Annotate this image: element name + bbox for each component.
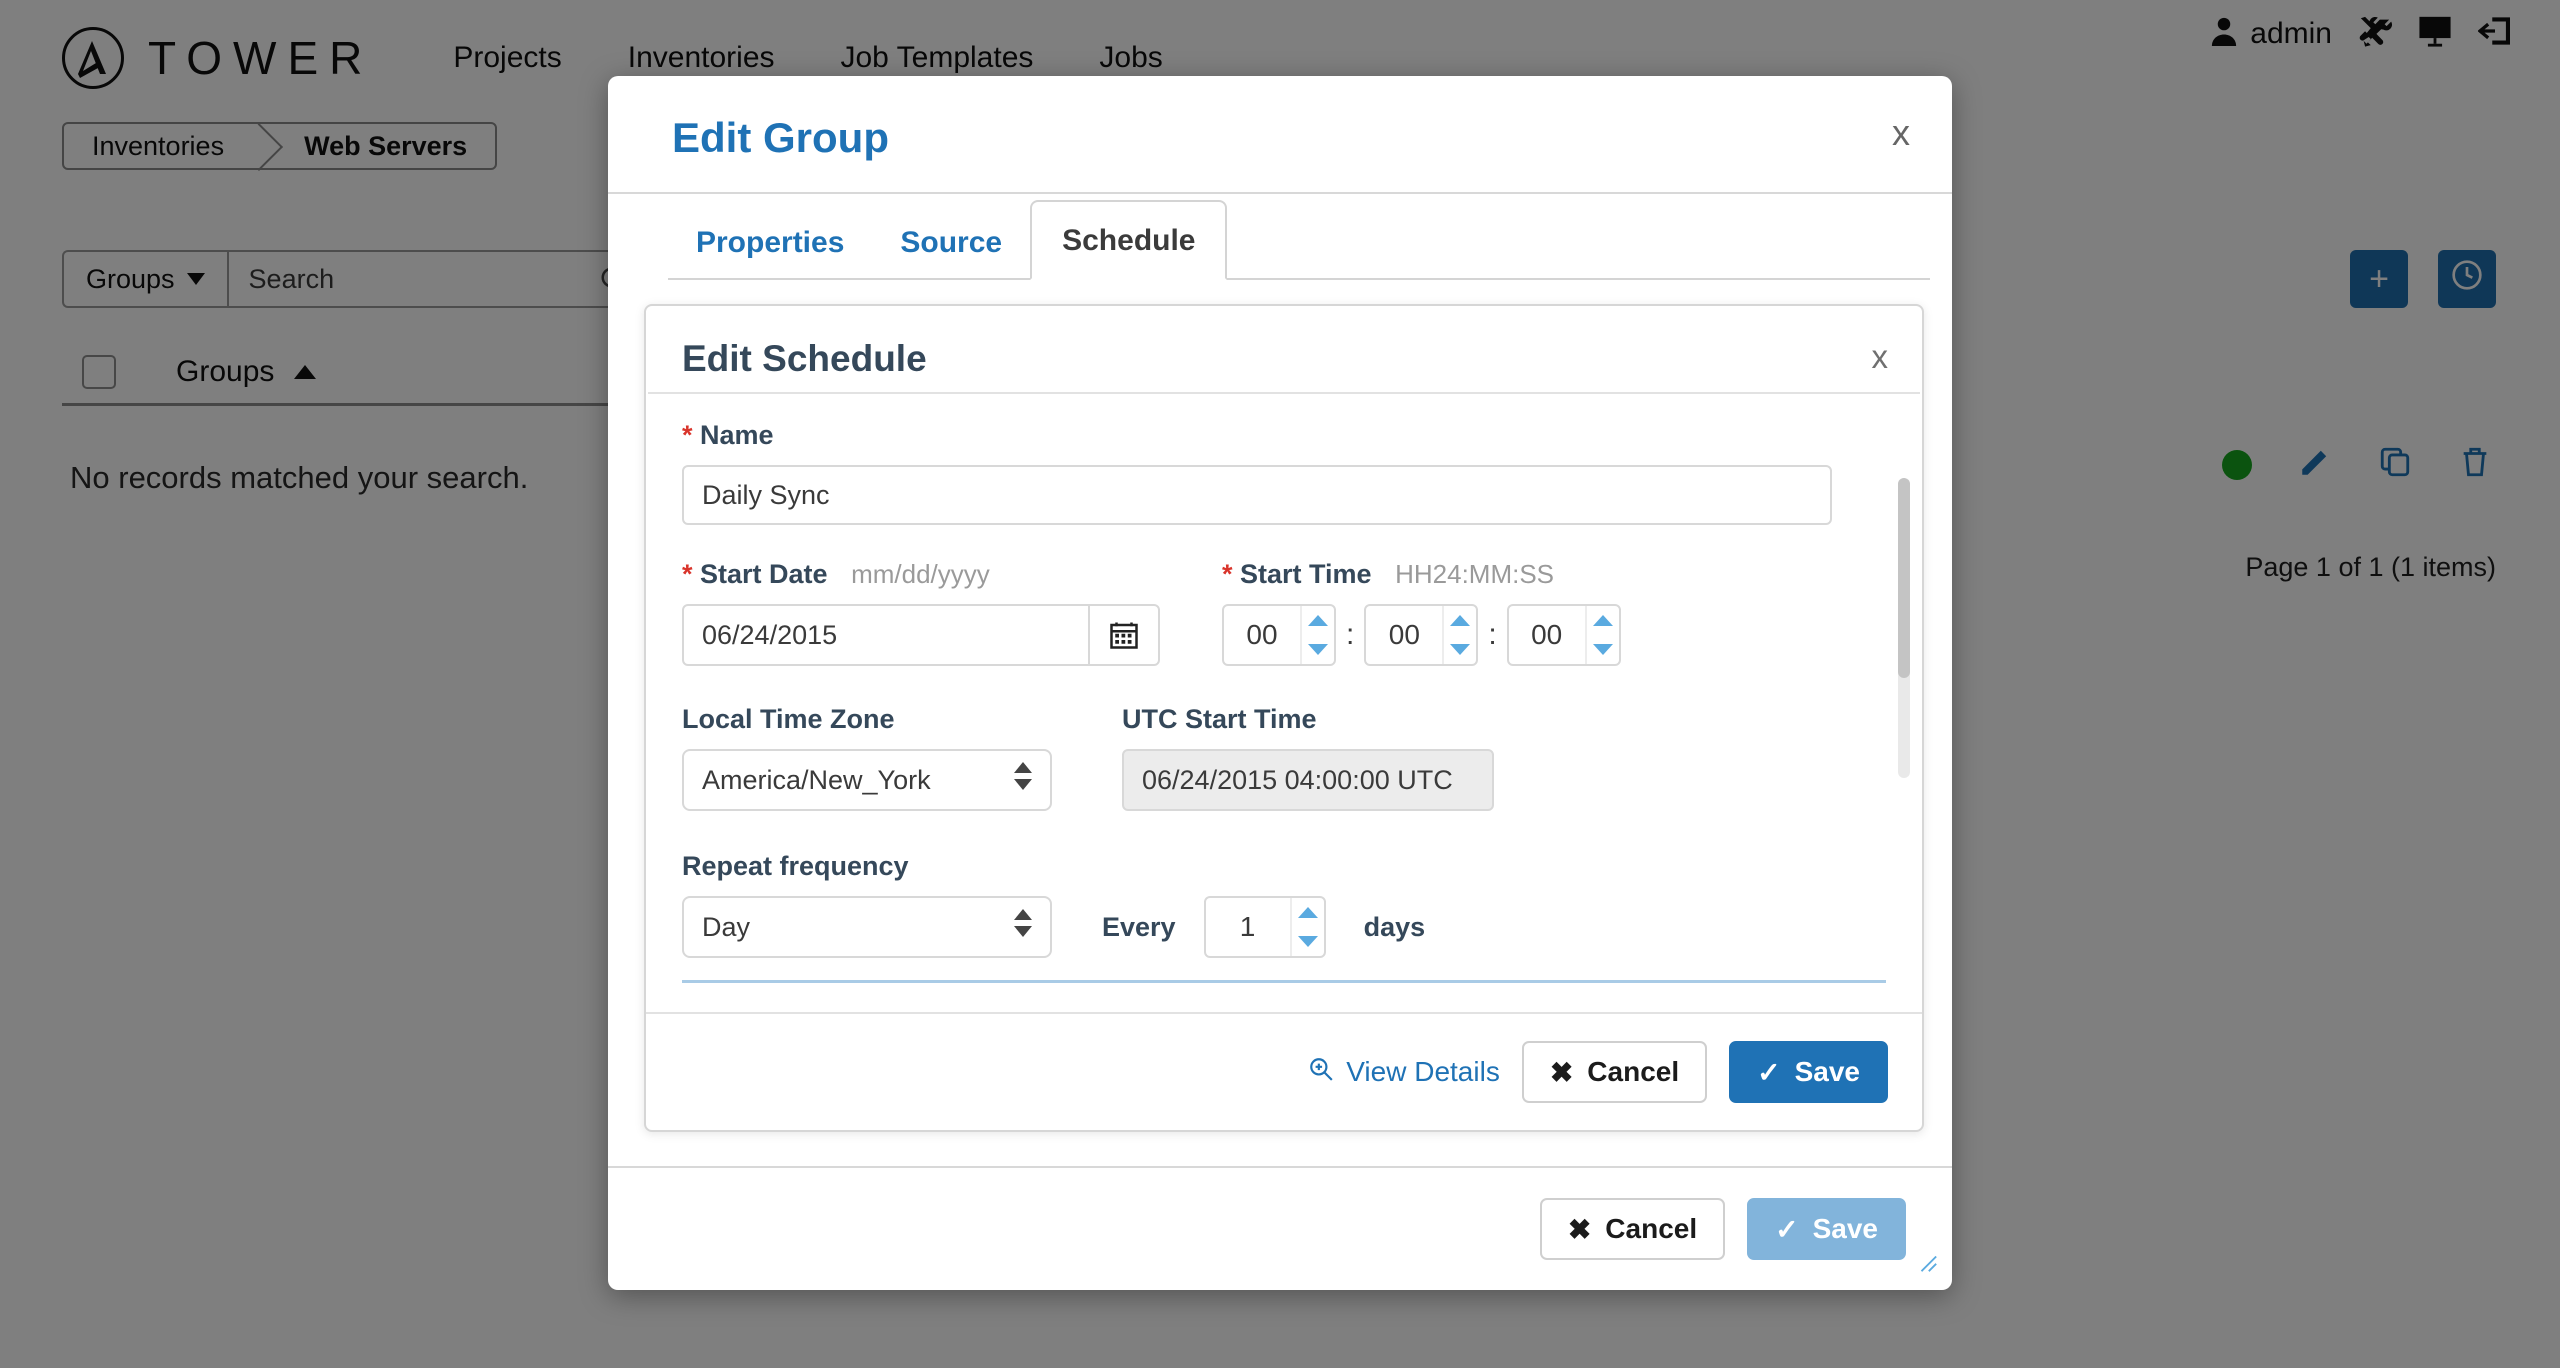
seconds-stepper[interactable]: 00 bbox=[1506, 604, 1621, 666]
panel-footer: View Details ✖ Cancel ✓ Save bbox=[646, 1012, 1922, 1130]
check-icon: ✓ bbox=[1775, 1213, 1799, 1245]
close-icon[interactable]: x bbox=[1892, 112, 1910, 154]
modal-header: Edit Group x bbox=[608, 76, 1952, 194]
check-icon: ✓ bbox=[1757, 1056, 1781, 1088]
schedule-form: * Name Daily Sync * Start Date mm/dd/yyy… bbox=[646, 394, 1922, 1012]
select-arrows-icon bbox=[1014, 762, 1032, 790]
start-date-required-marker: * bbox=[682, 559, 693, 589]
view-details-button[interactable]: View Details bbox=[1308, 1056, 1500, 1089]
start-time-hint: HH24:MM:SS bbox=[1395, 559, 1555, 589]
modal-tabs: Properties Source Schedule bbox=[608, 194, 1952, 280]
seconds-increment-icon[interactable] bbox=[1587, 606, 1619, 635]
modal-cancel-label: Cancel bbox=[1605, 1213, 1698, 1244]
modal-cancel-button[interactable]: ✖ Cancel bbox=[1539, 1198, 1726, 1260]
start-date-label-row: * Start Date mm/dd/yyyy bbox=[682, 559, 1162, 590]
resize-grip-icon[interactable] bbox=[1916, 1251, 1938, 1280]
time-separator-1: : bbox=[1346, 618, 1355, 651]
name-input-value: Daily Sync bbox=[702, 479, 830, 510]
time-zone-select[interactable]: America/New_York bbox=[682, 749, 1052, 811]
time-separator-2: : bbox=[1488, 618, 1497, 651]
minutes-decrement-icon[interactable] bbox=[1444, 635, 1476, 664]
minutes-increment-icon[interactable] bbox=[1444, 606, 1476, 635]
seconds-value: 00 bbox=[1531, 619, 1563, 650]
form-scrollbar-thumb[interactable] bbox=[1898, 478, 1910, 678]
edit-schedule-panel: Edit Schedule x * Name Daily Sync * Star… bbox=[644, 304, 1924, 1132]
panel-header: Edit Schedule x bbox=[646, 306, 1922, 392]
modal-save-button[interactable]: ✓ Save bbox=[1747, 1198, 1906, 1260]
repeat-row: Day Every 1 days bbox=[682, 896, 1886, 958]
panel-save-button[interactable]: ✓ Save bbox=[1729, 1041, 1888, 1103]
panel-title: Edit Schedule bbox=[682, 338, 927, 379]
hours-stepper[interactable]: 00 bbox=[1222, 604, 1336, 666]
utc-start-time-value: 06/24/2015 04:00:00 UTC bbox=[1122, 749, 1494, 811]
interval-unit-label: days bbox=[1363, 911, 1426, 942]
start-date-label: Start Date bbox=[700, 559, 828, 589]
interval-increment-icon[interactable] bbox=[1292, 898, 1324, 927]
start-time-group: 00 : 00: 00 bbox=[1222, 604, 1621, 666]
modal-title: Edit Group bbox=[672, 114, 889, 161]
repeat-frequency-select[interactable]: Day bbox=[682, 896, 1052, 958]
interval-decrement-icon[interactable] bbox=[1292, 927, 1324, 956]
edit-group-modal: Edit Group x Properties Source Schedule … bbox=[608, 76, 1952, 1290]
start-date-hint: mm/dd/yyyy bbox=[851, 559, 990, 589]
tab-source[interactable]: Source bbox=[872, 226, 1030, 280]
every-label: Every bbox=[1102, 911, 1176, 942]
time-zone-value: America/New_York bbox=[702, 764, 931, 795]
panel-cancel-button[interactable]: ✖ Cancel bbox=[1521, 1041, 1708, 1103]
repeat-underline bbox=[682, 980, 1886, 983]
name-required-marker: * bbox=[682, 420, 693, 450]
panel-cancel-label: Cancel bbox=[1587, 1056, 1680, 1087]
repeat-frequency-value: Day bbox=[702, 911, 751, 942]
interval-value: 1 bbox=[1239, 911, 1256, 942]
start-date-value: 06/24/2015 bbox=[702, 619, 838, 650]
calendar-icon[interactable] bbox=[1088, 606, 1158, 664]
hours-value: 00 bbox=[1246, 619, 1278, 650]
hours-decrement-icon[interactable] bbox=[1302, 635, 1334, 664]
x-icon: ✖ bbox=[1549, 1056, 1574, 1088]
modal-footer: ✖ Cancel ✓ Save bbox=[608, 1166, 1952, 1290]
start-date-input[interactable]: 06/24/2015 bbox=[682, 604, 1160, 666]
panel-close-icon[interactable]: x bbox=[1872, 338, 1889, 376]
name-label-row: * Name bbox=[682, 420, 1886, 451]
minutes-stepper[interactable]: 00 bbox=[1364, 604, 1479, 666]
start-time-required-marker: * bbox=[1222, 559, 1233, 589]
repeat-frequency-label: Repeat frequency bbox=[682, 851, 909, 881]
start-time-label: Start Time bbox=[1240, 559, 1372, 589]
modal-save-label: Save bbox=[1812, 1213, 1878, 1244]
interval-stepper[interactable]: 1 bbox=[1203, 896, 1326, 958]
utc-start-time-label: UTC Start Time bbox=[1122, 704, 1317, 734]
name-label: Name bbox=[700, 420, 774, 450]
tab-properties[interactable]: Properties bbox=[668, 226, 872, 280]
panel-save-label: Save bbox=[1794, 1056, 1860, 1087]
select-arrows-icon bbox=[1014, 909, 1032, 937]
zoom-in-icon bbox=[1308, 1056, 1334, 1089]
hours-increment-icon[interactable] bbox=[1302, 606, 1334, 635]
seconds-decrement-icon[interactable] bbox=[1587, 635, 1619, 664]
minutes-value: 00 bbox=[1388, 619, 1420, 650]
tab-schedule[interactable]: Schedule bbox=[1030, 200, 1228, 280]
x-icon: ✖ bbox=[1567, 1213, 1592, 1245]
view-details-label: View Details bbox=[1346, 1056, 1500, 1087]
name-input[interactable]: Daily Sync bbox=[682, 465, 1832, 525]
time-zone-label: Local Time Zone bbox=[682, 704, 895, 734]
start-time-label-row: * Start Time HH24:MM:SS bbox=[1222, 559, 1621, 590]
